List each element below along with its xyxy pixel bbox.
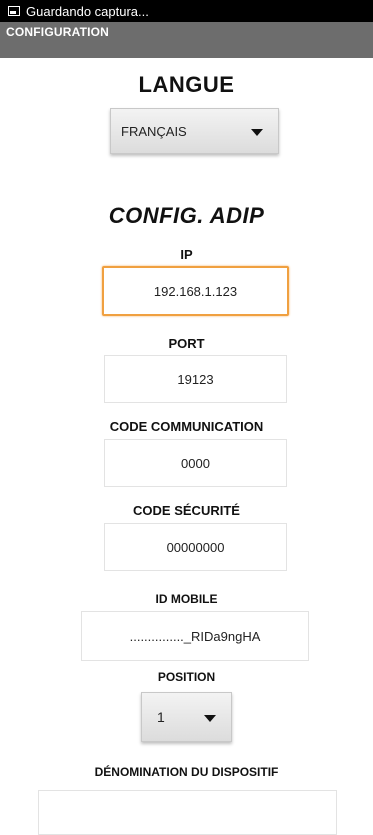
ip-field[interactable]: 192.168.1.123 — [102, 266, 289, 316]
app-title: CONFIGURATION — [6, 25, 110, 39]
position-dropdown[interactable]: 1 — [141, 692, 232, 742]
port-label: PORT — [168, 336, 205, 351]
app-bar: CONFIGURATION — [0, 22, 373, 58]
code-securite-label: CODE SÉCURITÉ — [133, 503, 240, 518]
code-securite-field[interactable]: 00000000 — [104, 523, 287, 571]
status-bar: Guardando captura... — [0, 0, 373, 22]
position-label: POSITION — [157, 670, 216, 684]
denomination-field[interactable] — [38, 790, 337, 835]
position-selected-value: 1 — [157, 709, 165, 725]
config-heading: CONFIG. ADIP — [108, 203, 265, 228]
id-mobile-label: ID MOBILE — [155, 592, 218, 606]
code-communication-label: CODE COMMUNICATION — [109, 419, 264, 434]
language-dropdown[interactable]: FRANÇAIS — [110, 108, 279, 154]
id-mobile-field[interactable]: ..............._RIDa9ngHA — [81, 611, 309, 661]
chevron-down-icon — [251, 129, 263, 136]
chevron-down-icon — [204, 715, 216, 722]
language-selected-value: FRANÇAIS — [121, 123, 187, 139]
screenshot-icon — [8, 6, 20, 16]
denomination-label: DÉNOMINATION DU DISPOSITIF — [94, 765, 279, 779]
language-heading: LANGUE — [138, 72, 235, 97]
ip-label: IP — [180, 247, 193, 262]
code-communication-field[interactable]: 0000 — [104, 439, 287, 487]
status-text: Guardando captura... — [26, 3, 149, 19]
port-field[interactable]: 19123 — [104, 355, 287, 403]
